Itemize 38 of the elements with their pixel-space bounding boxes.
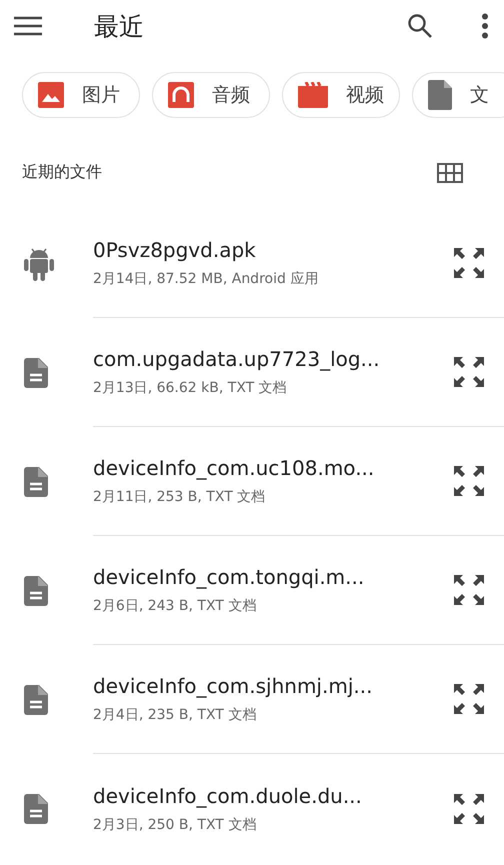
file-name[interactable]: deviceInfo_com.tongqi.m...: [93, 565, 364, 589]
image-icon: [38, 82, 64, 108]
expand-icon[interactable]: [452, 355, 486, 389]
expand-icon[interactable]: [452, 682, 486, 716]
text-file-icon: [24, 794, 48, 824]
grid-view-icon[interactable]: [437, 162, 463, 182]
expand-icon[interactable]: [452, 464, 486, 498]
clapperboard-icon: [298, 82, 328, 108]
expand-icon[interactable]: [452, 246, 486, 280]
category-chip[interactable]: 图片: [22, 72, 140, 118]
file-details: 2月13日, 66.62 kB, TXT 文档: [93, 379, 287, 397]
file-details: 2月3日, 250 B, TXT 文档: [93, 816, 256, 834]
more-options-icon[interactable]: [481, 13, 489, 39]
text-file-icon: [24, 576, 48, 606]
category-chip[interactable]: 文: [412, 72, 504, 118]
category-chip[interactable]: 视频: [282, 72, 400, 118]
file-details: 2月4日, 235 B, TXT 文档: [93, 706, 256, 724]
menu-icon[interactable]: [14, 16, 42, 36]
screen-title: 最近: [94, 10, 145, 42]
expand-icon[interactable]: [452, 792, 486, 826]
text-file-icon: [24, 466, 48, 496]
android-icon: [24, 246, 54, 280]
category-chip[interactable]: 音频: [152, 72, 270, 118]
text-file-icon: [24, 684, 48, 714]
file-name[interactable]: deviceInfo_com.duole.du...: [93, 784, 362, 808]
headphones-icon: [168, 82, 194, 108]
search-icon[interactable]: [407, 13, 433, 39]
section-title: 近期的文件: [22, 162, 102, 183]
file-details: 2月6日, 243 B, TXT 文档: [93, 597, 256, 615]
file-name[interactable]: com.upgadata.up7723_log...: [93, 347, 380, 371]
text-file-icon: [24, 358, 48, 388]
file-details: 2月11日, 253 B, TXT 文档: [93, 488, 266, 506]
file-details: 2月14日, 87.52 MB, Android 应用: [93, 270, 318, 288]
file-name[interactable]: deviceInfo_com.sjhnmj.mj...: [93, 674, 372, 698]
file-name[interactable]: deviceInfo_com.uc108.mo...: [93, 456, 374, 480]
file-name[interactable]: 0Psvz8pgvd.apk: [93, 238, 256, 262]
document-icon: [428, 80, 452, 110]
expand-icon[interactable]: [452, 573, 486, 607]
